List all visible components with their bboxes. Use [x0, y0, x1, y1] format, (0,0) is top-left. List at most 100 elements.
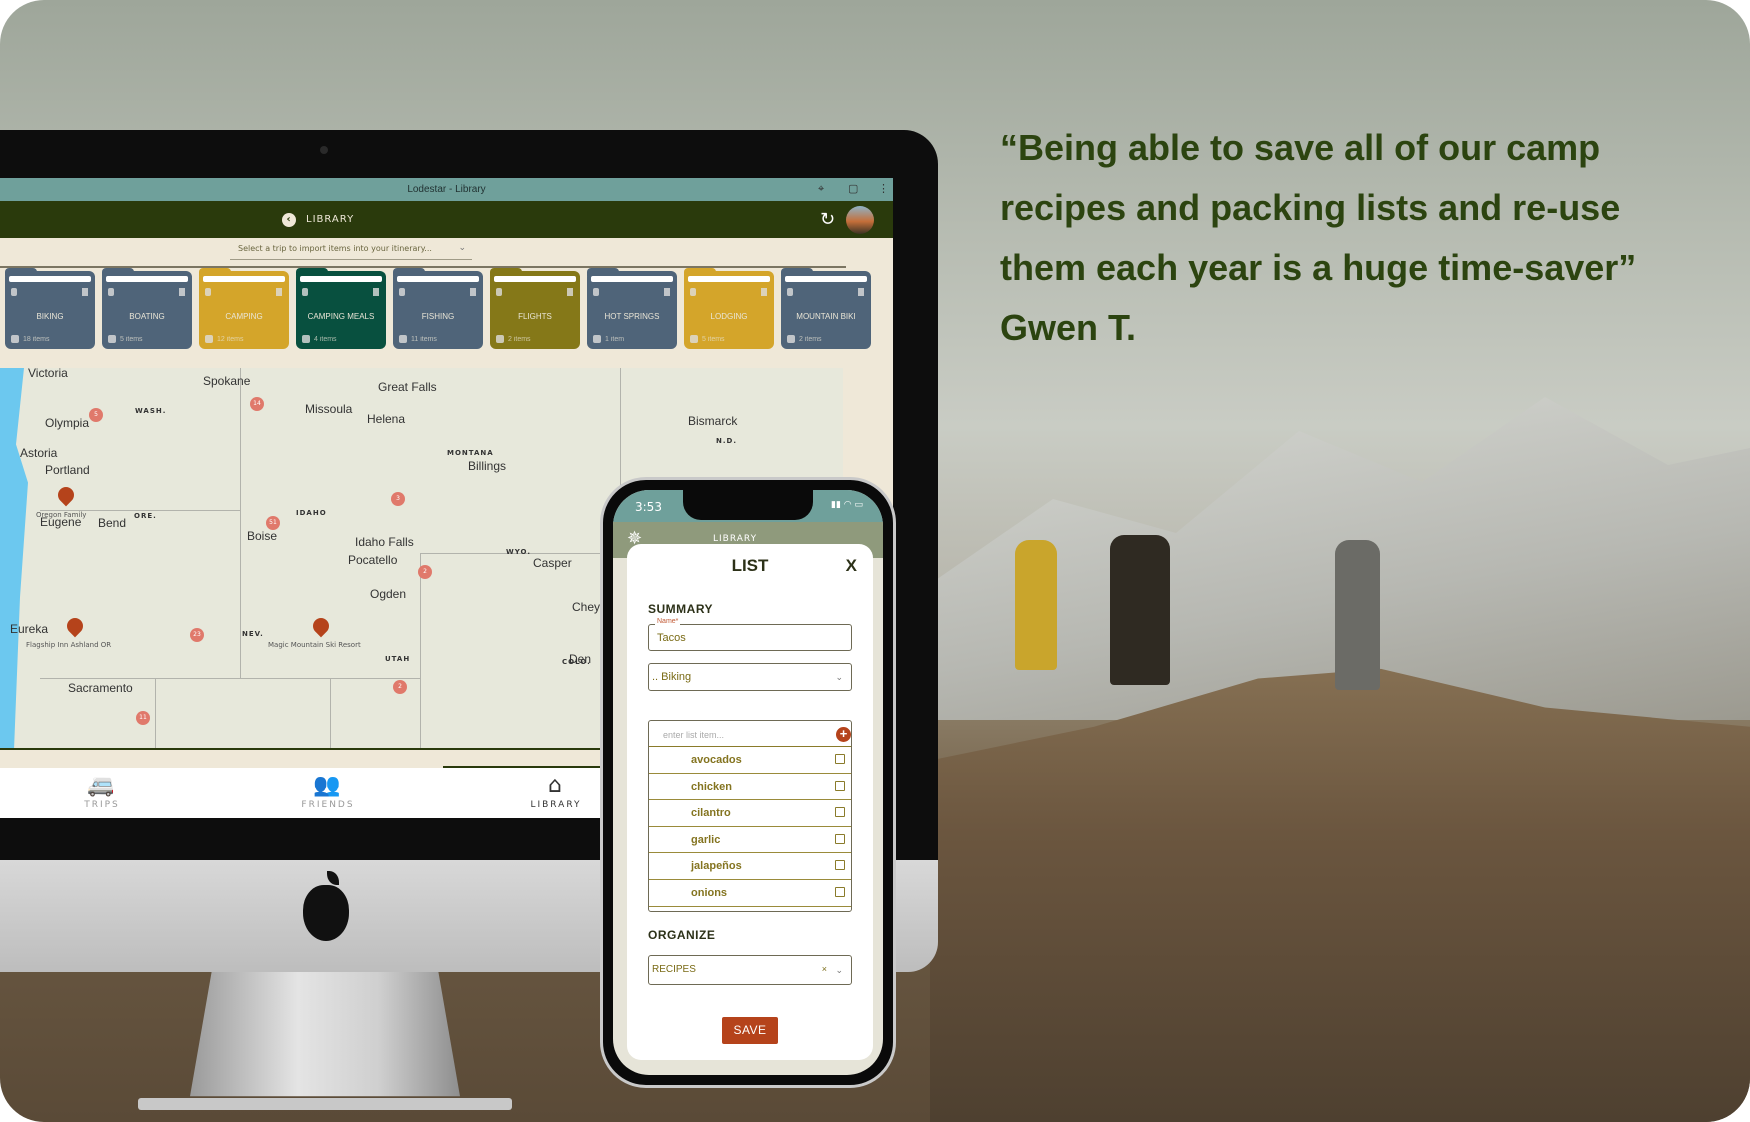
- map-city-label: Great Falls: [378, 380, 437, 394]
- folder-camping[interactable]: CAMPING 12 items: [199, 268, 289, 349]
- list-item-text: cilantro: [691, 807, 731, 820]
- save-button[interactable]: SAVE: [722, 1017, 778, 1044]
- map-city-label: Helena: [367, 412, 406, 426]
- list-item[interactable]: garlic: [649, 827, 851, 854]
- folder-hot-springs[interactable]: HOT SPRINGS 1 item: [587, 268, 677, 349]
- map-state-label: WYO.: [506, 548, 531, 556]
- notch: [683, 490, 813, 520]
- folder-name: MOUNTAIN BIKI: [796, 312, 856, 321]
- trash-icon[interactable]: [858, 288, 864, 296]
- list-item[interactable]: avocados: [649, 747, 851, 774]
- trash-icon[interactable]: [276, 288, 282, 296]
- clear-button[interactable]: ×: [822, 964, 827, 974]
- map-cluster-marker[interactable]: 11: [136, 711, 150, 725]
- avatar[interactable]: [846, 206, 874, 234]
- trip-select[interactable]: Select a trip to import items into your …: [230, 240, 472, 260]
- map-pin-icon[interactable]: [63, 614, 87, 638]
- folder-tab: [684, 268, 716, 276]
- nav-library[interactable]: ⌂ LIBRARY: [516, 772, 596, 810]
- edit-icon[interactable]: [835, 807, 845, 818]
- copy-icon[interactable]: [11, 288, 17, 296]
- trash-icon[interactable]: [761, 288, 767, 296]
- phone-device: 3:53 ▮▮ ◠ ▭ ✵ LIBRARY LIST X SUMMARY Name*…: [600, 477, 896, 1088]
- list-item[interactable]: cilantro: [649, 800, 851, 827]
- map-pin-icon[interactable]: [309, 614, 333, 638]
- phone-page-title: LIBRARY: [713, 534, 758, 544]
- edit-icon[interactable]: [835, 860, 845, 871]
- folder-name: CAMPING MEALS: [307, 312, 375, 321]
- edit-icon[interactable]: [835, 886, 845, 897]
- folder-boating[interactable]: BOATING 5 items: [102, 268, 192, 349]
- map-cluster-marker[interactable]: 2: [393, 680, 407, 694]
- state-border: [240, 368, 241, 678]
- map-state-label: WASH.: [135, 407, 167, 415]
- close-button[interactable]: X: [846, 556, 857, 576]
- list-item-input[interactable]: enter list item... +: [649, 721, 851, 747]
- nav-trips[interactable]: 🚐 TRIPS: [62, 772, 142, 810]
- trash-icon[interactable]: [470, 288, 476, 296]
- list-item-text: chicken: [691, 780, 732, 793]
- copy-icon[interactable]: [399, 288, 405, 296]
- map-cluster-marker[interactable]: 51: [266, 516, 280, 530]
- folder-select[interactable]: .. Biking ⌄: [648, 663, 852, 691]
- copy-icon[interactable]: [108, 288, 114, 296]
- phone-screen: 3:53 ▮▮ ◠ ▭ ✵ LIBRARY LIST X SUMMARY Name*…: [613, 490, 883, 1075]
- items-icon: [302, 335, 310, 343]
- monitor-stand: [190, 972, 460, 1097]
- edit-icon[interactable]: [835, 833, 845, 844]
- location-off-icon[interactable]: ⌖: [818, 178, 824, 201]
- map-cluster-marker[interactable]: 3: [391, 492, 405, 506]
- items-icon: [593, 335, 601, 343]
- map-cluster-marker[interactable]: 14: [250, 397, 264, 411]
- map-city-label: Idaho Falls: [355, 535, 414, 549]
- edit-icon[interactable]: [835, 754, 845, 764]
- folder-mountain-biki[interactable]: MOUNTAIN BIKI 2 items: [781, 268, 871, 349]
- folder-paper: [106, 276, 188, 282]
- trash-icon[interactable]: [664, 288, 670, 296]
- trash-icon[interactable]: [567, 288, 573, 296]
- copy-icon[interactable]: [690, 288, 696, 296]
- folder-fishing[interactable]: FISHING 11 items: [393, 268, 483, 349]
- copy-icon[interactable]: [205, 288, 211, 296]
- copy-icon[interactable]: [302, 288, 308, 296]
- map-city-label: Portland: [45, 463, 90, 477]
- map-city-label: Bismarck: [688, 414, 738, 428]
- name-field[interactable]: Name* Tacos: [648, 618, 852, 651]
- folder-lodging[interactable]: LODGING 5 items: [684, 268, 774, 349]
- hiker-figure: [1110, 535, 1170, 685]
- folder-biking[interactable]: BIKING 18 items: [5, 268, 95, 349]
- folder-count: 2 items: [799, 336, 822, 343]
- organize-select[interactable]: RECIPES × ⌄: [648, 955, 852, 985]
- map-cluster-marker[interactable]: 5: [89, 408, 103, 422]
- map-state-label: UTAH: [385, 655, 411, 663]
- trash-icon[interactable]: [82, 288, 88, 296]
- map-cluster-marker[interactable]: 2: [418, 565, 432, 579]
- trash-icon[interactable]: [373, 288, 379, 296]
- copy-icon[interactable]: [496, 288, 502, 296]
- nav-friends[interactable]: 👥 FRIENDS: [288, 772, 368, 810]
- folder-flights[interactable]: FLIGHTS 2 items: [490, 268, 580, 349]
- more-menu-icon[interactable]: ⋮: [878, 178, 889, 201]
- folder-camping-meals[interactable]: CAMPING MEALS 4 items: [296, 268, 386, 349]
- edit-icon[interactable]: [835, 780, 845, 791]
- map-city-label: Olympia: [45, 416, 90, 430]
- refresh-icon[interactable]: ↻: [820, 201, 836, 238]
- list-item[interactable]: jalapeños: [649, 853, 851, 880]
- list-item[interactable]: refried beans: [649, 907, 851, 911]
- list-item[interactable]: chicken: [649, 774, 851, 801]
- items-icon: [399, 335, 407, 343]
- list-item[interactable]: onions: [649, 880, 851, 907]
- copy-icon[interactable]: [787, 288, 793, 296]
- nav-label: FRIENDS: [301, 800, 355, 810]
- trash-icon[interactable]: [179, 288, 185, 296]
- back-icon[interactable]: ‹: [282, 212, 296, 227]
- state-border: [155, 678, 156, 748]
- map-cluster-marker[interactable]: 23: [190, 628, 204, 642]
- map-city-label: Billings: [468, 459, 507, 473]
- add-item-button[interactable]: +: [836, 727, 851, 742]
- map-pin-icon[interactable]: [54, 483, 78, 507]
- hiker-figure: [1015, 540, 1057, 670]
- list-modal: LIST X SUMMARY Name* Tacos .. Biking ⌄ ent…: [627, 544, 873, 1060]
- extension-icon[interactable]: ▢: [848, 178, 858, 201]
- copy-icon[interactable]: [593, 288, 599, 296]
